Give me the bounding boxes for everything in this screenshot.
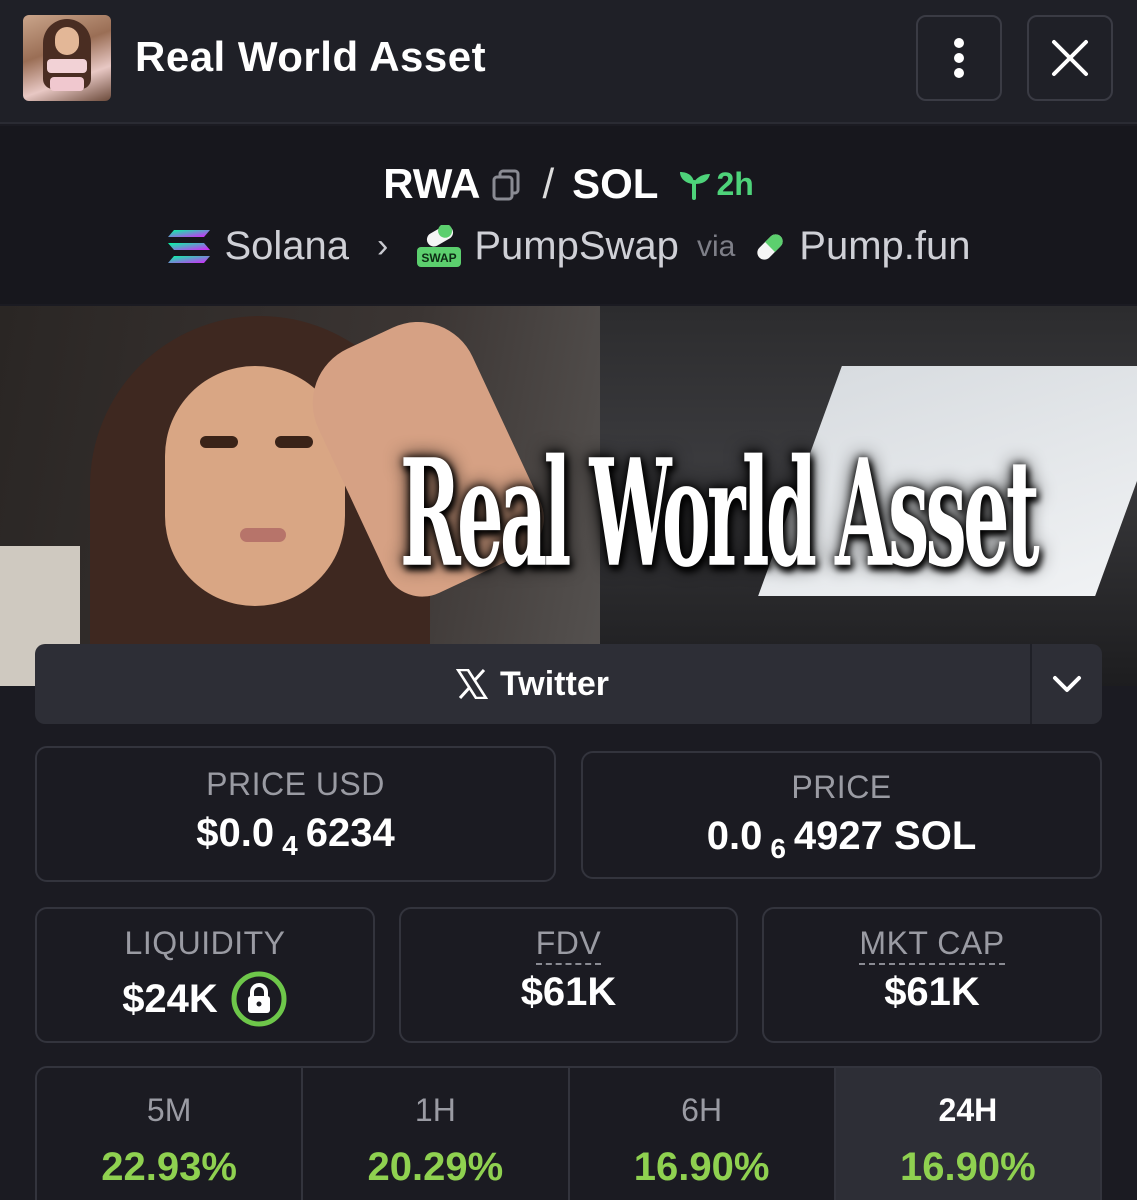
liquidity-value-row: $24K [37,970,373,1028]
base-symbol: RWA [383,160,481,207]
chevron-down-icon [1053,676,1081,692]
timeframe-tabs: 5M 22.93% 1H 20.29% 6H 16.90% 24H 16.90% [35,1066,1102,1200]
more-options-button[interactable] [916,15,1002,101]
price-sol-zero-count: 6 [770,832,786,864]
lock-icon[interactable] [230,970,288,1028]
price-sol-prefix: 0.0 [706,814,763,858]
solana-icon [166,228,212,266]
fdv-label[interactable]: FDV [535,925,602,965]
pair-info: RWA / SOL 2h Solana › SWAP PumpSwap via … [0,126,1137,304]
token-banner-image: Real World Asset [0,306,1137,686]
app-header: Real World Asset [0,0,1137,124]
launchpad-name[interactable]: Pump.fun [799,224,970,269]
timeframe-label: 5M [146,1092,192,1128]
price-usd-digits: 6234 [305,811,395,855]
via-label: via [696,229,736,263]
price-sol-value: 0.0 6 4927 SOL [583,814,1100,864]
timeframe-tab-1h[interactable]: 1H 20.29% [303,1068,570,1200]
vertical-dots-icon [954,38,964,78]
pair-separator: / [542,160,555,207]
timeframe-tab-24h[interactable]: 24H 16.90% [835,1068,1100,1200]
dex-name[interactable]: PumpSwap [474,224,679,269]
copy-address-icon[interactable] [490,167,524,201]
timeframe-change: 16.90% [900,1145,1036,1189]
timeframe-label: 6H [681,1092,723,1128]
age-label: 2h [716,165,754,202]
social-bar: Twitter [35,644,1102,724]
fdv-card: FDV $61K [399,907,738,1043]
timeframe-label: 24H [938,1092,998,1128]
fdv-value: $61K [520,970,617,1014]
timeframe-change: 22.93% [101,1145,237,1189]
close-icon [1052,40,1088,76]
liquidity-value: $24K [122,976,218,1021]
price-usd-label: PRICE USD [206,766,385,802]
price-usd-card: PRICE USD $0.0 4 6234 [35,746,556,882]
timeframe-change: 16.90% [633,1145,770,1189]
swap-badge-text: SWAP [422,251,457,265]
chain-name[interactable]: Solana [224,224,349,269]
chain-line: Solana › SWAP PumpSwap via Pump.fun [0,224,1137,269]
liquidity-card: LIQUIDITY $24K [35,907,375,1043]
price-sol-digits: 4927 SOL [793,814,977,858]
page-title: Real World Asset [135,33,487,80]
pair-line: RWA / SOL 2h [0,160,1137,208]
quote-symbol: SOL [572,160,659,207]
social-dropdown-button[interactable] [1030,644,1102,724]
chevron-right-icon: › [377,227,389,265]
sprout-icon [680,172,711,200]
close-button[interactable] [1027,15,1113,101]
price-usd-zero-count: 4 [282,829,298,861]
market-cap-label[interactable]: MKT CAP [859,925,1005,965]
liquidity-label: LIQUIDITY [124,925,286,961]
price-sol-label: PRICE [791,769,892,805]
market-cap-value: $61K [884,970,980,1014]
timeframe-change: 20.29% [367,1145,504,1189]
pair-age: 2h [676,165,754,203]
x-logo-icon [456,669,489,699]
pumpswap-icon: SWAP [416,224,462,269]
twitter-button[interactable]: Twitter [35,644,1030,724]
price-usd-prefix: $0.0 [196,811,275,855]
timeframe-tab-6h[interactable]: 6H 16.90% [570,1068,836,1200]
pill-icon [753,230,787,264]
twitter-label: Twitter [500,664,609,703]
price-usd-value: $0.0 4 6234 [37,811,554,861]
timeframe-label: 1H [414,1092,456,1128]
banner-title-text: Real World Asset [400,426,1040,600]
timeframe-tab-5m[interactable]: 5M 22.93% [37,1068,304,1200]
token-avatar [23,15,111,101]
price-sol-card: PRICE 0.0 6 4927 SOL [581,751,1102,879]
market-cap-card: MKT CAP $61K [762,907,1102,1043]
